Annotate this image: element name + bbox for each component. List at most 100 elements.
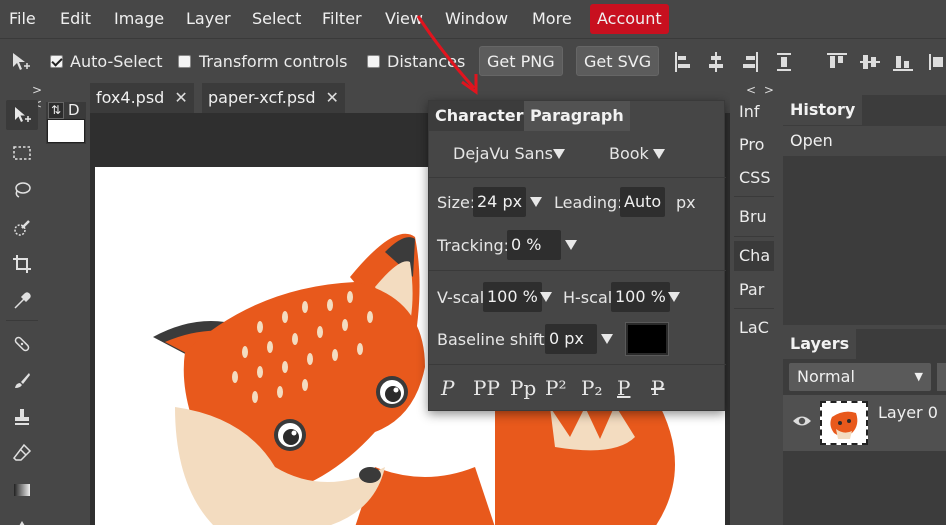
align-right-icon[interactable] <box>741 52 759 72</box>
divider <box>734 308 774 309</box>
menu-more[interactable]: More <box>532 0 572 38</box>
strip-collapse[interactable]: < > <box>746 83 776 97</box>
brush-tool-icon[interactable] <box>6 366 38 396</box>
doc-tab-paper-xcf[interactable]: paper-xcf.psd ✕ <box>202 83 345 113</box>
chevron-down-icon[interactable] <box>565 240 577 250</box>
align-bottom-icon[interactable] <box>893 52 913 72</box>
transform-controls-label: Transform controls <box>199 52 348 71</box>
blend-mode-select[interactable]: Normal ▼ <box>789 363 931 391</box>
crop-tool-icon[interactable] <box>6 249 38 279</box>
menu-file[interactable]: File <box>9 0 36 38</box>
strip-layer-comps[interactable]: LaC <box>734 313 774 343</box>
divider <box>429 177 726 178</box>
size-input[interactable]: 24 px <box>473 187 527 217</box>
strip-info[interactable]: Inf <box>734 97 774 127</box>
strip-paragraph[interactable]: Par <box>734 275 774 305</box>
marquee-tool-icon[interactable] <box>6 138 38 168</box>
divider <box>734 236 774 237</box>
move-tool-icon[interactable] <box>6 100 38 130</box>
font-style-select[interactable]: Book <box>609 144 649 163</box>
hscale-input[interactable]: 100 % <box>611 282 670 312</box>
toolbar-divider <box>6 320 38 321</box>
account-button[interactable]: Account <box>590 4 669 34</box>
close-icon[interactable]: ✕ <box>325 88 338 107</box>
history-title[interactable]: History <box>783 95 863 125</box>
tab-character[interactable]: Character <box>429 101 530 131</box>
vscale-input[interactable]: 100 % <box>483 282 542 312</box>
get-svg-button[interactable]: Get SVG <box>576 46 660 76</box>
opacity-field[interactable] <box>937 363 946 391</box>
hscale-label: H-scal <box>563 288 613 307</box>
divider <box>429 270 726 271</box>
leading-input[interactable]: Auto <box>620 187 666 217</box>
close-icon[interactable]: ✕ <box>174 88 187 107</box>
red-arrow-annotation <box>416 15 478 95</box>
lasso-tool-icon[interactable] <box>6 175 38 205</box>
align-center-h-icon[interactable] <box>707 52 725 72</box>
small-caps-button[interactable]: Pp <box>510 376 536 400</box>
menu-filter[interactable]: Filter <box>322 0 362 38</box>
get-png-button[interactable]: Get PNG <box>479 46 563 76</box>
chevron-down-icon[interactable] <box>601 334 613 344</box>
eye-icon[interactable] <box>792 413 812 429</box>
baseline-shift-label: Baseline shift: <box>437 330 550 349</box>
default-colors-button[interactable]: D <box>68 101 80 119</box>
menu-layer[interactable]: Layer <box>186 0 231 38</box>
align-top-icon[interactable] <box>827 52 847 72</box>
chevron-down-icon[interactable] <box>653 149 665 159</box>
layer-name[interactable]: Layer 0 <box>878 403 938 422</box>
eraser-tool-icon[interactable] <box>6 438 38 468</box>
distances-checkbox[interactable] <box>367 55 380 68</box>
faux-italic-button[interactable]: P <box>441 376 454 400</box>
eyedropper-tool-icon[interactable] <box>6 286 38 316</box>
all-caps-button[interactable]: PP <box>473 376 500 400</box>
chevron-down-icon[interactable] <box>668 292 680 302</box>
leading-unit: px <box>676 193 696 212</box>
strikethrough-button[interactable]: P <box>651 376 664 400</box>
stamp-tool-icon[interactable] <box>6 402 38 432</box>
character-panel: Character Paragraph DejaVu Sans Book Siz… <box>428 100 726 411</box>
menu-image[interactable]: Image <box>114 0 164 38</box>
auto-select-checkbox[interactable] <box>50 55 63 68</box>
layers-panel: Layers Normal ▼ Layer 0 <box>783 329 946 525</box>
move-arrow-icon <box>10 51 32 73</box>
distribute-h-icon[interactable] <box>775 52 793 72</box>
leading-label: Leading: <box>554 193 623 212</box>
strip-properties[interactable]: Pro <box>734 130 774 160</box>
layers-title[interactable]: Layers <box>783 329 857 359</box>
chevron-down-icon[interactable] <box>540 292 552 302</box>
distribute-v-icon[interactable] <box>928 52 946 72</box>
healing-tool-icon[interactable] <box>6 329 38 359</box>
gradient-tool-icon[interactable] <box>6 475 38 505</box>
history-item[interactable]: Open <box>783 126 946 156</box>
subscript-button[interactable]: P₂ <box>581 376 602 400</box>
underline-button[interactable]: P <box>617 376 630 400</box>
align-middle-v-icon[interactable] <box>860 52 880 72</box>
chevron-down-icon[interactable] <box>530 197 542 207</box>
tracking-input[interactable]: 0 % <box>507 230 561 260</box>
tab-paragraph[interactable]: Paragraph <box>524 101 630 131</box>
baseline-shift-input[interactable]: 0 px <box>545 324 597 354</box>
doc-tab-fox4[interactable]: fox4.psd ✕ <box>90 83 194 113</box>
strip-css[interactable]: CSS <box>734 163 774 193</box>
menu-edit[interactable]: Edit <box>60 0 91 38</box>
strip-brush[interactable]: Bru <box>734 202 774 232</box>
primary-color-swatch[interactable] <box>47 119 85 143</box>
layer-row[interactable]: Layer 0 <box>783 395 946 451</box>
vscale-label: V-scal <box>437 288 485 307</box>
swap-colors-icon[interactable]: ⇅ <box>48 102 64 119</box>
size-label: Size: <box>437 193 476 212</box>
superscript-button[interactable]: P² <box>545 376 566 400</box>
chevron-down-icon: ▼ <box>914 370 923 383</box>
more-tools-icon[interactable] <box>6 508 38 525</box>
strip-character[interactable]: Cha <box>734 241 774 271</box>
doc-tab-label: paper-xcf.psd <box>208 88 316 107</box>
chevron-down-icon[interactable] <box>553 149 565 159</box>
menu-select[interactable]: Select <box>252 0 301 38</box>
align-left-icon[interactable] <box>674 52 692 72</box>
doc-tab-label: fox4.psd <box>96 88 165 107</box>
font-family-select[interactable]: DejaVu Sans <box>453 144 553 163</box>
quick-select-tool-icon[interactable] <box>6 213 38 243</box>
text-color-swatch[interactable] <box>625 322 669 356</box>
transform-controls-checkbox[interactable] <box>178 55 191 68</box>
